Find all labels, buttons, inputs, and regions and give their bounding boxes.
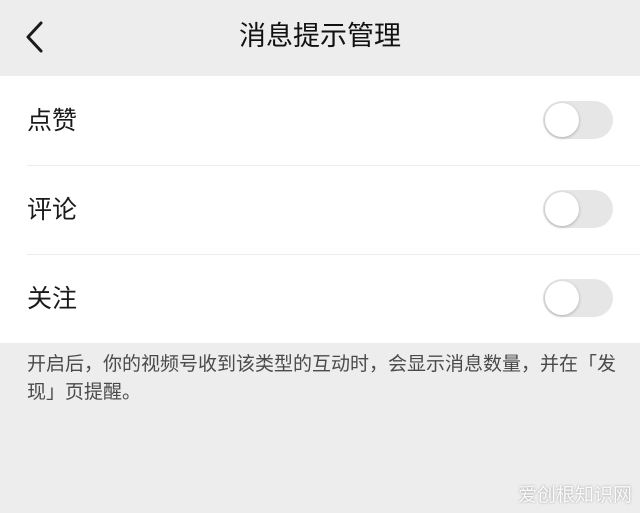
- watermark: 爱创根知识网: [517, 484, 632, 506]
- toggle-knob: [545, 281, 579, 315]
- follows-toggle[interactable]: [543, 279, 613, 317]
- setting-label-comments: 评论: [27, 195, 78, 224]
- likes-toggle[interactable]: [543, 101, 613, 139]
- setting-row-comments: 评论: [0, 165, 640, 254]
- setting-label-likes: 点赞: [27, 106, 78, 135]
- setting-row-likes: 点赞: [0, 76, 640, 165]
- comments-toggle[interactable]: [543, 190, 613, 228]
- settings-list: 点赞 评论 关注: [0, 76, 640, 343]
- toggle-knob: [545, 192, 579, 226]
- setting-row-follows: 关注: [0, 254, 640, 343]
- nav-bar: 消息提示管理: [0, 0, 640, 74]
- toggle-knob: [545, 103, 579, 137]
- setting-label-follows: 关注: [27, 284, 78, 313]
- page-title: 消息提示管理: [239, 21, 401, 52]
- hint-text: 开启后，你的视频号收到该类型的互动时，会显示消息数量，并在「发现」页提醒。: [27, 353, 617, 403]
